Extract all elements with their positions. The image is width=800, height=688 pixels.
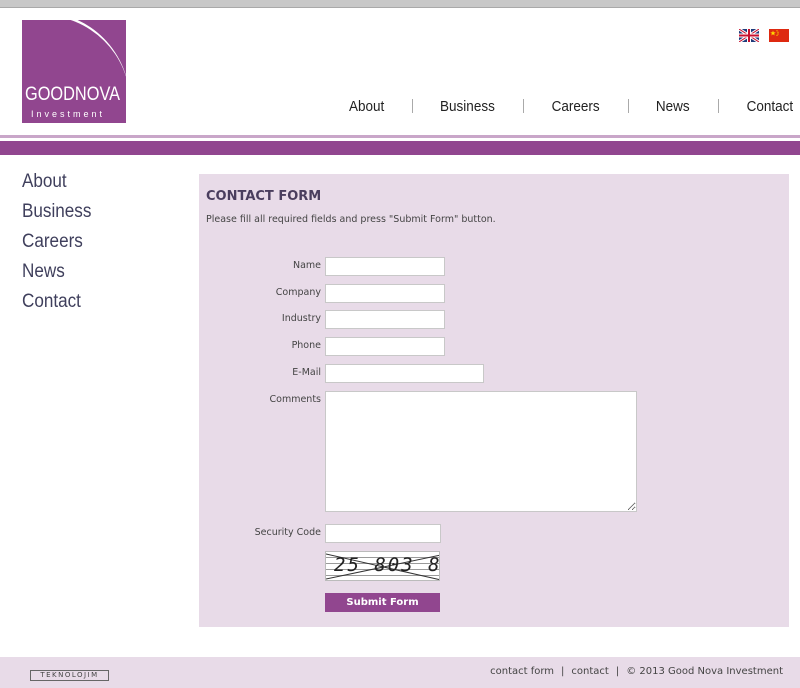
browser-top-bar — [0, 0, 800, 8]
china-flag-icon[interactable] — [769, 29, 789, 42]
security-code-label: Security Code — [254, 527, 321, 538]
name-field[interactable] — [325, 257, 445, 276]
top-nav-careers[interactable]: Careers — [552, 98, 600, 115]
logo-brand-name: GOODNOVA — [25, 84, 121, 105]
top-nav-divider — [717, 99, 719, 113]
captcha-code-text: 25 803 8 — [334, 554, 440, 576]
contact-form-panel: CONTACT FORM Please fill all required fi… — [199, 174, 789, 627]
header-stripe-accent — [0, 141, 800, 155]
company-field[interactable] — [325, 284, 445, 303]
industry-label: Industry — [281, 313, 321, 324]
footer-link-contact-form[interactable]: contact form — [490, 666, 554, 677]
captcha-image: 25 803 8 — [325, 551, 440, 581]
top-navigation: About Business Careers News Contact — [330, 95, 796, 117]
logo-swoosh — [22, 20, 126, 123]
email-field[interactable] — [325, 364, 484, 383]
security-code-field[interactable] — [325, 524, 441, 543]
side-nav-contact[interactable]: Contact — [22, 290, 91, 320]
side-nav-news[interactable]: News — [22, 260, 91, 290]
logo-subtitle: Investment — [31, 109, 106, 119]
footer: TEKNOLOJIM contact form | contact | © 20… — [0, 657, 800, 688]
side-nav-business[interactable]: Business — [22, 200, 91, 230]
uk-flag-icon[interactable] — [739, 29, 759, 42]
top-nav-contact[interactable]: Contact — [747, 98, 794, 115]
company-label: Company — [275, 287, 321, 298]
goodnova-logo[interactable]: GOODNOVA Investment — [22, 20, 126, 123]
form-title: CONTACT FORM — [206, 189, 322, 204]
industry-field[interactable] — [325, 310, 445, 329]
side-nav-careers[interactable]: Careers — [22, 230, 91, 260]
top-nav-business[interactable]: Business — [440, 98, 495, 115]
phone-field[interactable] — [325, 337, 445, 356]
side-nav-about[interactable]: About — [22, 170, 91, 200]
header-stripe-light — [0, 135, 800, 138]
teknolojim-credit-logo[interactable]: TEKNOLOJIM — [30, 670, 109, 681]
comments-field[interactable] — [325, 391, 637, 512]
name-label: Name — [292, 260, 321, 271]
email-label: E-Mail — [292, 367, 321, 378]
top-nav-divider — [412, 99, 414, 113]
form-instruction: Please fill all required fields and pres… — [206, 214, 496, 225]
top-nav-divider — [523, 99, 525, 113]
top-nav-divider — [628, 99, 630, 113]
submit-form-button[interactable]: Submit Form — [325, 593, 440, 612]
footer-link-contact[interactable]: contact — [571, 666, 608, 677]
footer-copyright: © 2013 Good Nova Investment — [626, 666, 783, 677]
top-nav-about[interactable]: About — [349, 98, 384, 115]
phone-label: Phone — [291, 340, 321, 351]
top-nav-news[interactable]: News — [656, 98, 690, 115]
footer-links: contact form | contact | © 2013 Good Nov… — [490, 666, 783, 677]
footer-separator: | — [615, 666, 620, 677]
comments-label: Comments — [269, 394, 322, 405]
footer-separator: | — [561, 666, 565, 677]
side-navigation: About Business Careers News Contact — [22, 170, 99, 320]
